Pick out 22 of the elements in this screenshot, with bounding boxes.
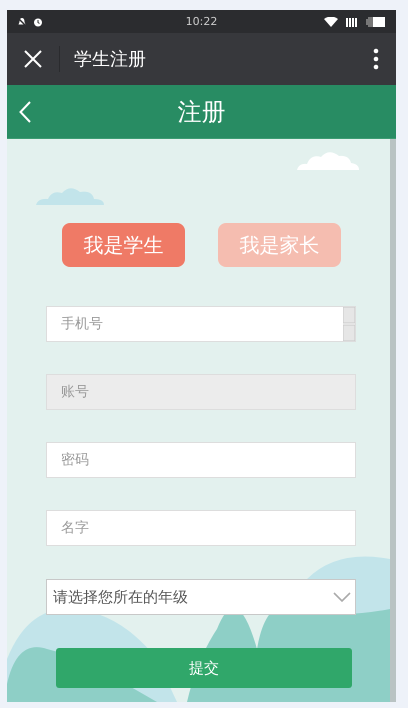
phone-field[interactable]: 手机号	[46, 306, 356, 342]
chevron-down-icon	[333, 592, 351, 602]
battery-icon	[366, 16, 386, 26]
bell-muted-icon	[17, 16, 27, 26]
alarm-icon	[33, 16, 43, 26]
page-title: 注册	[176, 96, 226, 128]
wifi-icon	[324, 16, 338, 26]
grade-select[interactable]: 请选择您所在的年级	[46, 579, 356, 615]
back-icon	[19, 100, 31, 122]
close-icon	[24, 50, 42, 68]
password-field[interactable]: 密码	[46, 442, 356, 478]
role-tab[interactable]: 我是学生	[62, 223, 185, 267]
more-icon	[373, 48, 379, 70]
role-tab[interactable]: 我是家长	[218, 223, 341, 267]
app-bar-title: 学生注册	[73, 48, 147, 71]
text-field[interactable]: 名字	[46, 510, 356, 546]
clock-time: 10:22	[186, 15, 218, 28]
submit-button[interactable]: 提交	[56, 648, 352, 688]
cloud-icon	[297, 150, 359, 170]
scrollbar[interactable]	[390, 139, 396, 702]
cloud-icon	[36, 186, 104, 205]
signal-icon	[346, 16, 358, 26]
